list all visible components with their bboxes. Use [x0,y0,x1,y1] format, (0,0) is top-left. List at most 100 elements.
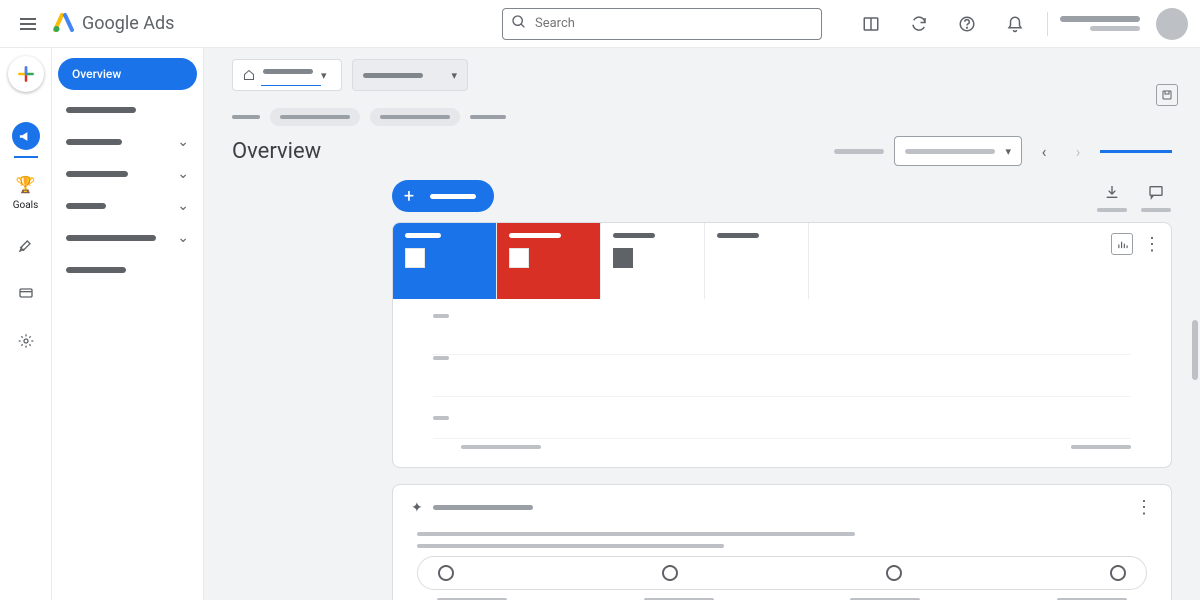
radio-option[interactable] [438,565,454,581]
scope-bar: ▾ ▾ [204,48,1200,102]
chevron-down-icon: ⌄ [177,134,189,150]
compare-toggle[interactable] [834,149,884,154]
google-ads-logo-icon [52,10,76,38]
card-menu-button[interactable]: ⋮ [1143,234,1161,255]
next-period-button[interactable]: › [1066,139,1090,163]
divider [1047,12,1048,36]
metric-tabs [393,223,1171,299]
account-name [1060,16,1140,22]
new-campaign-button[interactable]: + [392,180,494,212]
y-axis-tick [433,416,449,420]
main-menu-button[interactable] [8,4,48,44]
nav-overview[interactable]: Overview [58,58,197,90]
option-group [417,556,1147,590]
performance-chart [393,299,1171,467]
nav-item[interactable] [52,94,203,126]
metric-value [405,248,425,268]
radio-option[interactable] [886,565,902,581]
metric-tab[interactable] [601,223,705,299]
performance-summary-card: ⋮ [392,222,1172,468]
product-logo[interactable]: Google Ads [52,10,174,38]
feedback-button[interactable] [1140,180,1172,212]
card-tools: ⋮ [1111,233,1161,255]
card-icon [12,279,40,307]
nav-goals-label: Goals [13,200,39,211]
create-button[interactable] [8,56,44,92]
nav-item-expandable[interactable]: ⌄ [52,126,203,158]
recommendations-card: ✦ ⋮ [392,484,1172,600]
x-axis [433,439,1131,449]
new-button-label [430,194,476,199]
sparkle-icon: ✦ [411,500,423,516]
card-text [417,544,724,548]
megaphone-icon [12,122,40,150]
nav-item-expandable[interactable]: ⌄ [52,222,203,254]
card-text [417,532,855,536]
metric-value [613,248,633,268]
nav-admin[interactable] [0,317,52,365]
dropdown-icon: ▾ [321,69,327,82]
primary-nav-rail: 🏆 Goals [0,48,52,600]
expand-chart-button[interactable] [1111,233,1133,255]
feedback-icon [1140,180,1172,204]
card-title [433,505,533,510]
appearance-button[interactable] [851,4,891,44]
metric-tab[interactable] [705,223,809,299]
vertical-scrollbar[interactable] [1192,320,1198,380]
plus-icon: + [398,185,420,207]
filter-label [232,115,260,119]
chevron-down-icon: ⌄ [177,166,189,182]
app-header: Google Ads [0,0,1200,48]
account-id [1090,26,1140,31]
search-input[interactable] [535,16,813,31]
add-filter-button[interactable] [470,115,506,119]
trophy-icon: 🏆 [12,170,40,198]
nav-goals[interactable]: 🏆 Goals [0,160,52,221]
account-switcher[interactable] [1060,16,1140,31]
x-axis-tick [1071,445,1131,449]
header-actions [851,4,1188,44]
nav-tools[interactable] [0,221,52,269]
page-title-row: Overview ▾ ‹ › [204,132,1200,174]
nav-billing[interactable] [0,269,52,317]
nav-overview-label: Overview [72,67,121,81]
card-header: ✦ ⋮ [411,497,1153,518]
filter-chip-row [204,102,1200,132]
campaign-scope-selector[interactable]: ▾ [352,59,468,91]
secondary-nav: Overview ⌄ ⌄ ⌄ ⌄ [52,48,204,600]
main-content: ▾ ▾ Overview ▾ ‹ › + [204,48,1200,600]
gear-icon [12,327,40,355]
account-scope-selector[interactable]: ▾ [232,59,342,91]
help-button[interactable] [947,4,987,44]
filter-chip[interactable] [370,108,460,126]
y-axis-tick [433,314,449,318]
global-search[interactable] [502,8,822,40]
active-tab-indicator [1100,150,1172,153]
card-menu-button[interactable]: ⋮ [1135,497,1153,518]
nav-item-expandable[interactable]: ⌄ [52,158,203,190]
metric-tab[interactable] [393,223,497,299]
download-button[interactable] [1096,180,1128,212]
metric-value [509,248,529,268]
user-avatar[interactable] [1156,8,1188,40]
metric-tab[interactable] [497,223,601,299]
tools-icon [12,231,40,259]
date-range-picker[interactable]: ▾ [894,136,1022,166]
option-labels [417,590,1147,600]
filter-chip[interactable] [270,108,360,126]
nav-item-expandable[interactable]: ⌄ [52,190,203,222]
search-icon [511,14,527,34]
refresh-button[interactable] [899,4,939,44]
chevron-down-icon: ⌄ [177,230,189,246]
radio-option[interactable] [1110,565,1126,581]
nav-campaigns[interactable] [0,112,52,160]
download-icon [1096,180,1128,204]
radio-option[interactable] [662,565,678,581]
x-axis-tick [461,445,541,449]
prev-period-button[interactable]: ‹ [1032,139,1056,163]
notifications-button[interactable] [995,4,1035,44]
dropdown-icon: ▾ [451,69,457,82]
save-view-button[interactable] [1156,84,1178,106]
dropdown-icon: ▾ [1005,145,1011,158]
nav-item[interactable] [52,254,203,286]
